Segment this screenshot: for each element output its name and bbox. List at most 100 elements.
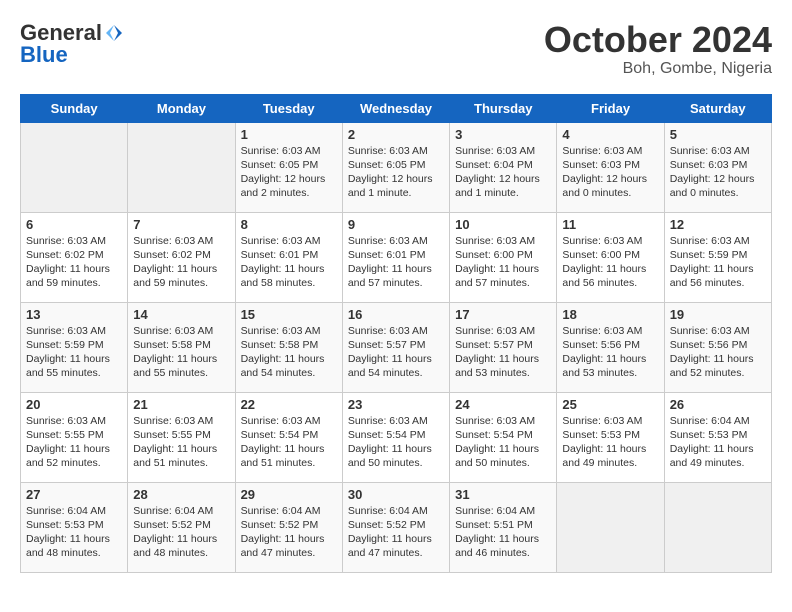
calendar-cell: 2 Sunrise: 6:03 AMSunset: 6:05 PMDaylight… <box>342 122 449 212</box>
day-number: 14 <box>133 307 229 322</box>
day-number: 19 <box>670 307 766 322</box>
calendar-cell <box>128 122 235 212</box>
day-number: 8 <box>241 217 337 232</box>
day-number: 2 <box>348 127 444 142</box>
cell-sun-info: Sunrise: 6:03 AMSunset: 6:05 PMDaylight:… <box>348 144 444 201</box>
calendar-cell: 1 Sunrise: 6:03 AMSunset: 6:05 PMDaylight… <box>235 122 342 212</box>
logo: General Blue <box>20 20 124 68</box>
day-number: 20 <box>26 397 122 412</box>
cell-sun-info: Sunrise: 6:03 AMSunset: 5:56 PMDaylight:… <box>670 324 766 381</box>
calendar-week-row: 20 Sunrise: 6:03 AMSunset: 5:55 PMDayligh… <box>21 392 772 482</box>
calendar-cell: 3 Sunrise: 6:03 AMSunset: 6:04 PMDaylight… <box>450 122 557 212</box>
calendar-cell: 24Sunrise: 6:03 AMSunset: 5:54 PMDayligh… <box>450 392 557 482</box>
calendar-week-row: 27 Sunrise: 6:04 AMSunset: 5:53 PMDayligh… <box>21 482 772 572</box>
cell-sun-info: Sunrise: 6:04 AMSunset: 5:52 PMDaylight:… <box>241 504 337 561</box>
cell-sun-info: Sunrise: 6:03 AMSunset: 5:57 PMDaylight:… <box>348 324 444 381</box>
day-number: 16 <box>348 307 444 322</box>
cell-sun-info: Sunrise: 6:03 AMSunset: 5:56 PMDaylight:… <box>562 324 658 381</box>
day-number: 12 <box>670 217 766 232</box>
cell-sun-info: Sunrise: 6:04 AMSunset: 5:53 PMDaylight:… <box>26 504 122 561</box>
day-number: 28 <box>133 487 229 502</box>
day-number: 11 <box>562 217 658 232</box>
day-of-week-header: Monday <box>128 94 235 122</box>
cell-sun-info: Sunrise: 6:03 AMSunset: 5:55 PMDaylight:… <box>26 414 122 471</box>
day-number: 25 <box>562 397 658 412</box>
calendar-week-row: 6 Sunrise: 6:03 AMSunset: 6:02 PMDaylight… <box>21 212 772 302</box>
day-number: 31 <box>455 487 551 502</box>
calendar-cell: 19 Sunrise: 6:03 AMSunset: 5:56 PMDayligh… <box>664 302 771 392</box>
calendar-header-row: SundayMondayTuesdayWednesdayThursdayFrid… <box>21 94 772 122</box>
cell-sun-info: Sunrise: 6:03 AMSunset: 6:01 PMDaylight:… <box>348 234 444 291</box>
cell-sun-info: Sunrise: 6:03 AMSunset: 5:58 PMDaylight:… <box>133 324 229 381</box>
cell-sun-info: Sunrise: 6:03 AMSunset: 6:02 PMDaylight:… <box>133 234 229 291</box>
cell-sun-info: Sunrise: 6:03 AMSunset: 5:55 PMDaylight:… <box>133 414 229 471</box>
day-of-week-header: Thursday <box>450 94 557 122</box>
cell-sun-info: Sunrise: 6:03 AMSunset: 6:01 PMDaylight:… <box>241 234 337 291</box>
cell-sun-info: Sunrise: 6:04 AMSunset: 5:51 PMDaylight:… <box>455 504 551 561</box>
day-number: 9 <box>348 217 444 232</box>
calendar-cell: 12 Sunrise: 6:03 AMSunset: 5:59 PMDayligh… <box>664 212 771 302</box>
calendar-cell: 28Sunrise: 6:04 AMSunset: 5:52 PMDayligh… <box>128 482 235 572</box>
month-title: October 2024 <box>544 20 772 60</box>
logo-blue-text: Blue <box>20 42 68 68</box>
calendar-cell <box>557 482 664 572</box>
calendar-cell: 6 Sunrise: 6:03 AMSunset: 6:02 PMDaylight… <box>21 212 128 302</box>
calendar-cell: 18 Sunrise: 6:03 AMSunset: 5:56 PMDayligh… <box>557 302 664 392</box>
calendar-cell: 25 Sunrise: 6:03 AMSunset: 5:53 PMDayligh… <box>557 392 664 482</box>
calendar-cell: 13Sunrise: 6:03 AMSunset: 5:59 PMDayligh… <box>21 302 128 392</box>
cell-sun-info: Sunrise: 6:03 AMSunset: 5:59 PMDaylight:… <box>26 324 122 381</box>
location: Boh, Gombe, Nigeria <box>544 60 772 78</box>
cell-sun-info: Sunrise: 6:03 AMSunset: 5:53 PMDaylight:… <box>562 414 658 471</box>
cell-sun-info: Sunrise: 6:03 AMSunset: 6:03 PMDaylight:… <box>670 144 766 201</box>
day-number: 27 <box>26 487 122 502</box>
day-number: 26 <box>670 397 766 412</box>
calendar-cell: 9 Sunrise: 6:03 AMSunset: 6:01 PMDaylight… <box>342 212 449 302</box>
day-number: 6 <box>26 217 122 232</box>
cell-sun-info: Sunrise: 6:03 AMSunset: 5:59 PMDaylight:… <box>670 234 766 291</box>
day-number: 15 <box>241 307 337 322</box>
title-block: October 2024 Boh, Gombe, Nigeria <box>544 20 772 78</box>
cell-sun-info: Sunrise: 6:03 AMSunset: 6:03 PMDaylight:… <box>562 144 658 201</box>
cell-sun-info: Sunrise: 6:03 AMSunset: 6:00 PMDaylight:… <box>455 234 551 291</box>
day-number: 30 <box>348 487 444 502</box>
day-number: 7 <box>133 217 229 232</box>
cell-sun-info: Sunrise: 6:03 AMSunset: 6:00 PMDaylight:… <box>562 234 658 291</box>
calendar-cell: 7 Sunrise: 6:03 AMSunset: 6:02 PMDaylight… <box>128 212 235 302</box>
day-of-week-header: Sunday <box>21 94 128 122</box>
cell-sun-info: Sunrise: 6:03 AMSunset: 6:02 PMDaylight:… <box>26 234 122 291</box>
cell-sun-info: Sunrise: 6:03 AMSunset: 5:54 PMDaylight:… <box>348 414 444 471</box>
cell-sun-info: Sunrise: 6:03 AMSunset: 5:58 PMDaylight:… <box>241 324 337 381</box>
cell-sun-info: Sunrise: 6:03 AMSunset: 6:04 PMDaylight:… <box>455 144 551 201</box>
calendar-cell: 10Sunrise: 6:03 AMSunset: 6:00 PMDayligh… <box>450 212 557 302</box>
day-of-week-header: Tuesday <box>235 94 342 122</box>
calendar-cell <box>21 122 128 212</box>
day-number: 3 <box>455 127 551 142</box>
day-number: 5 <box>670 127 766 142</box>
day-of-week-header: Wednesday <box>342 94 449 122</box>
calendar-cell: 27 Sunrise: 6:04 AMSunset: 5:53 PMDayligh… <box>21 482 128 572</box>
cell-sun-info: Sunrise: 6:03 AMSunset: 5:57 PMDaylight:… <box>455 324 551 381</box>
day-number: 18 <box>562 307 658 322</box>
cell-sun-info: Sunrise: 6:04 AMSunset: 5:53 PMDaylight:… <box>670 414 766 471</box>
calendar-cell: 30 Sunrise: 6:04 AMSunset: 5:52 PMDayligh… <box>342 482 449 572</box>
cell-sun-info: Sunrise: 6:04 AMSunset: 5:52 PMDaylight:… <box>348 504 444 561</box>
day-number: 4 <box>562 127 658 142</box>
calendar-table: SundayMondayTuesdayWednesdayThursdayFrid… <box>20 94 772 573</box>
cell-sun-info: Sunrise: 6:03 AMSunset: 5:54 PMDaylight:… <box>241 414 337 471</box>
day-number: 22 <box>241 397 337 412</box>
calendar-cell <box>664 482 771 572</box>
calendar-cell: 11 Sunrise: 6:03 AMSunset: 6:00 PMDayligh… <box>557 212 664 302</box>
day-number: 29 <box>241 487 337 502</box>
day-of-week-header: Friday <box>557 94 664 122</box>
day-number: 1 <box>241 127 337 142</box>
calendar-cell: 16 Sunrise: 6:03 AMSunset: 5:57 PMDayligh… <box>342 302 449 392</box>
calendar-week-row: 13Sunrise: 6:03 AMSunset: 5:59 PMDayligh… <box>21 302 772 392</box>
day-number: 21 <box>133 397 229 412</box>
calendar-cell: 29 Sunrise: 6:04 AMSunset: 5:52 PMDayligh… <box>235 482 342 572</box>
day-of-week-header: Saturday <box>664 94 771 122</box>
cell-sun-info: Sunrise: 6:03 AMSunset: 6:05 PMDaylight:… <box>241 144 337 201</box>
day-number: 23 <box>348 397 444 412</box>
logo-icon <box>104 23 124 43</box>
calendar-cell: 8 Sunrise: 6:03 AMSunset: 6:01 PMDaylight… <box>235 212 342 302</box>
calendar-cell: 22 Sunrise: 6:03 AMSunset: 5:54 PMDayligh… <box>235 392 342 482</box>
